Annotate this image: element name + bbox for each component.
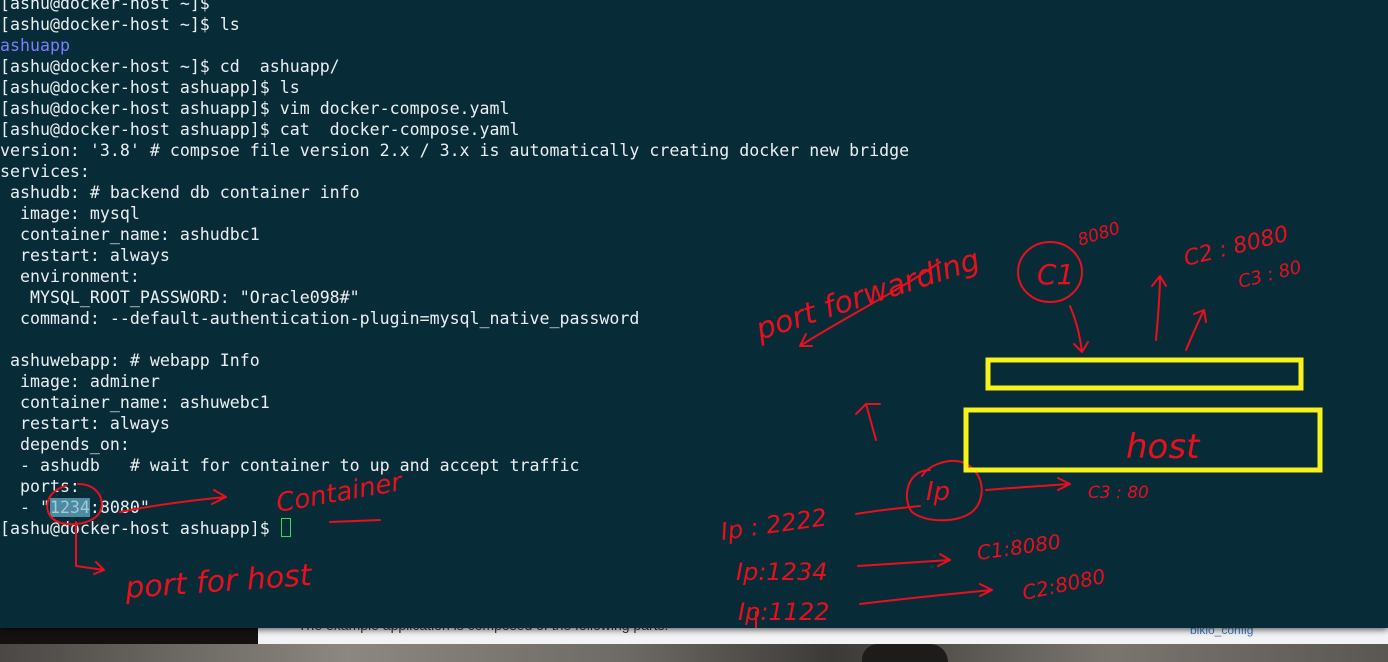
arrow-c1-down <box>1069 305 1089 353</box>
label-port-for-host: port for host <box>123 558 314 606</box>
arrow-c2-up <box>1151 275 1167 341</box>
label-c3-top: C3 : 80 <box>1236 257 1304 293</box>
label-ip-1122: Ip:1122 <box>738 598 829 626</box>
arrow-1122-c2 <box>859 583 993 605</box>
arrow-host-port <box>75 521 105 575</box>
annotation-layer: port forwarding Container port for host … <box>46 218 1323 628</box>
label-port-forwarding: port forwarding <box>751 242 984 348</box>
label-c1-8080: C1:8080 <box>975 529 1062 565</box>
wallpaper-rock <box>862 644 948 662</box>
label-host: host <box>1126 427 1201 467</box>
arrow-c3-up <box>1185 309 1207 351</box>
label-c1-port: 8080 <box>1075 218 1122 250</box>
arrow-ip-c3 <box>985 477 1071 491</box>
arrow-container-port <box>119 489 227 513</box>
label-c1: C1 <box>1037 258 1074 291</box>
terminal-window[interactable]: [ashu@docker-host ~]$ [ashu@docker-host ~… <box>0 0 1388 628</box>
underline-container <box>329 519 381 523</box>
label-c3-mid: C3 : 80 <box>1088 483 1149 503</box>
bridge-box <box>985 357 1304 391</box>
circle-host-port <box>46 483 103 526</box>
label-ip-1234: Ip:1234 <box>736 558 827 586</box>
wallpaper-ground <box>0 644 1388 662</box>
arrow-1234-c1 <box>857 553 951 567</box>
label-ip-2222: Ip : 2222 <box>719 503 829 546</box>
label-c2-8080: C2:8080 <box>1020 564 1107 605</box>
arrow-up-small <box>855 403 881 441</box>
label-container: Container <box>274 467 407 519</box>
label-ip: Ip <box>926 477 950 507</box>
